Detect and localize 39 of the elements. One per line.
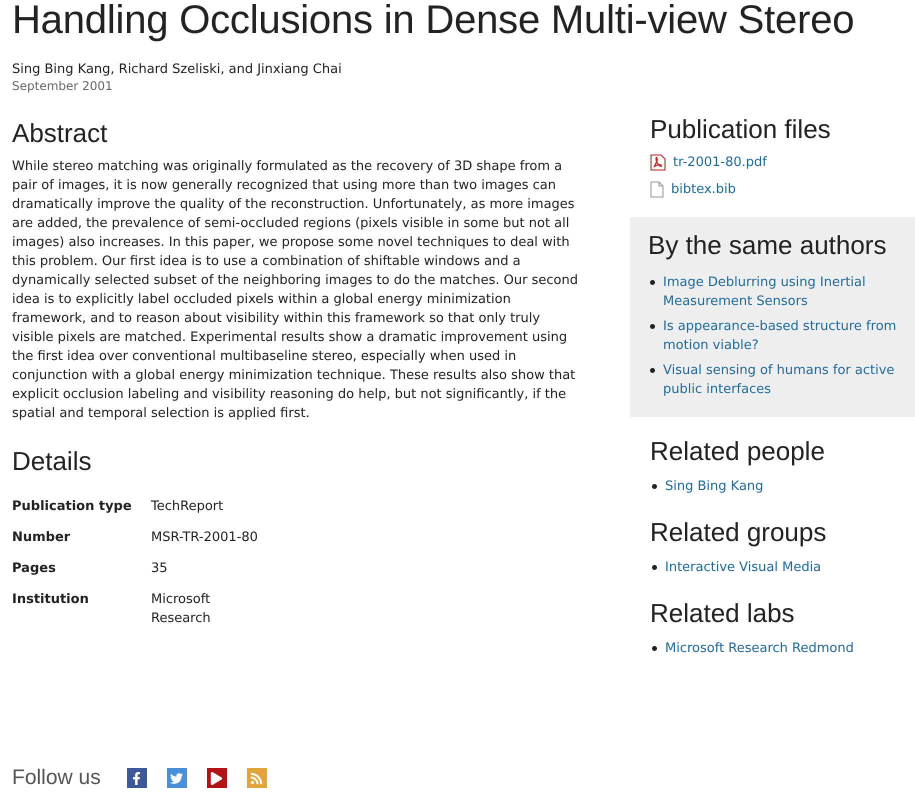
bullet-icon bbox=[650, 324, 655, 329]
bullet-icon bbox=[652, 646, 657, 651]
facebook-icon[interactable] bbox=[126, 768, 147, 788]
bullet-icon bbox=[652, 484, 657, 489]
detail-value: MSR-TR-2001-80 bbox=[151, 529, 259, 547]
detail-label: Number bbox=[12, 529, 72, 547]
file-link[interactable]: bibtex.bib bbox=[671, 180, 736, 199]
detail-label: Institution bbox=[12, 591, 90, 609]
play-icon[interactable] bbox=[206, 768, 227, 788]
bird-icon[interactable] bbox=[166, 768, 187, 788]
pdf-file-icon bbox=[650, 154, 666, 171]
section-heading: By the same authors bbox=[648, 229, 888, 261]
section-heading: Related people bbox=[650, 435, 826, 467]
bullet-icon bbox=[650, 280, 655, 285]
section-heading: Related labs bbox=[650, 597, 796, 629]
file-link[interactable]: tr-2001-80.pdf bbox=[673, 153, 767, 172]
page-title: Handling Occlusions in Dense Multi-view Stereo bbox=[11, 0, 856, 42]
link[interactable]: Microsoft Research Redmond bbox=[665, 639, 854, 658]
detail-value: TechReport bbox=[151, 498, 224, 516]
link[interactable]: Visual sensing of humans for active public interfaces bbox=[663, 361, 899, 399]
authors: Sing Bing Kang, Richard Szeliski, and Jinxiang Chai bbox=[11, 62, 343, 77]
section-heading: Abstract bbox=[12, 117, 108, 149]
bullet-icon bbox=[650, 368, 655, 373]
detail-value: Microsoft Research bbox=[151, 591, 212, 628]
document-icon bbox=[650, 181, 664, 198]
follow-label: Follow us bbox=[12, 766, 101, 790]
detail-value: 35 bbox=[151, 560, 169, 578]
link[interactable]: Interactive Visual Media bbox=[665, 558, 822, 577]
detail-label: Pages bbox=[12, 560, 57, 578]
section-heading: Related groups bbox=[650, 516, 828, 548]
bullet-icon bbox=[652, 565, 657, 570]
link[interactable]: Image Deblurring using Inertial Measurement Sensors bbox=[663, 273, 899, 311]
link[interactable]: Is appearance-based structure from motion viable? bbox=[663, 317, 899, 355]
section-heading: Details bbox=[12, 445, 92, 477]
section-heading: Publication files bbox=[650, 113, 832, 145]
detail-label: Publication type bbox=[12, 498, 133, 516]
link[interactable]: Sing Bing Kang bbox=[665, 477, 764, 496]
publication-date: September 2001 bbox=[11, 79, 114, 93]
abstract-text: While stereo matching was originally formulated as the recovery of 3D shape from a pair of images, it is now generally recognized that using more than two images can dramatically improve the quality of the reconstruction. Unfortunately, as more images are added, the prevalence of semi-occluded regions (pixels visible in some but not all images) also increases. In this paper, we propose some novel techniques to deal with this problem. Our first idea is to use a combination of shiftable windows and a dynamically selected subset of the neighboring images to do the matches. Our second idea is to explicitly label occluded pixels within a global energy minimization framework, and to reason about visibility within this framework so that only truly visible pixels are matched. Experimental results show a dramatic improvement using the first idea over conventional multibaseline stereo, especially when used in conjunction with a global energy minimization technique. These results also show that explicit occlusion labeling and visibility reasoning do help, but not significantly, if the spatial and temporal selection is applied first. bbox=[12, 158, 579, 423]
